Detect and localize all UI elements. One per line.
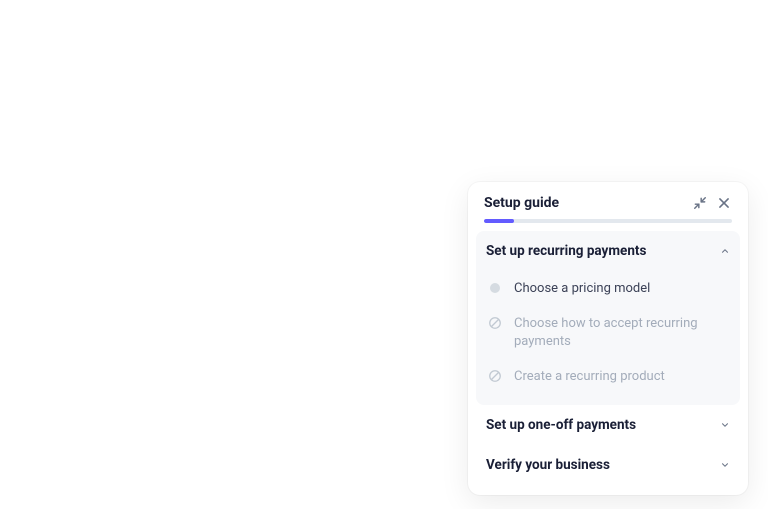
chevron-up-icon <box>720 246 730 256</box>
section-title: Verify your business <box>486 457 610 473</box>
steps-list: Choose a pricing model Choose how to acc… <box>476 271 740 405</box>
section-title: Set up recurring payments <box>486 243 646 259</box>
section-recurring-payments: Set up recurring payments Choose a prici… <box>476 231 740 405</box>
section-header[interactable]: Verify your business <box>476 445 740 485</box>
circle-icon <box>488 281 502 295</box>
step-item[interactable]: Choose a pricing model <box>486 271 730 307</box>
step-label: Choose a pricing model <box>514 280 650 298</box>
step-item[interactable]: Choose how to accept recurring payments <box>486 306 730 359</box>
section-header[interactable]: Set up recurring payments <box>476 231 740 271</box>
chevron-down-icon <box>720 420 730 430</box>
close-icon[interactable] <box>716 195 732 211</box>
step-item[interactable]: Create a recurring product <box>486 359 730 395</box>
panel-header: Setup guide <box>468 182 748 219</box>
blocked-icon <box>488 316 502 330</box>
header-actions <box>692 195 732 211</box>
section-title: Set up one-off payments <box>486 417 636 433</box>
sections-list: Set up recurring payments Choose a prici… <box>468 223 748 495</box>
panel-title: Setup guide <box>484 195 559 211</box>
section-header[interactable]: Set up one-off payments <box>476 405 740 445</box>
step-label: Choose how to accept recurring payments <box>514 315 728 350</box>
setup-guide-panel: Setup guide Set <box>468 182 748 495</box>
section-verify-business: Verify your business <box>476 445 740 485</box>
step-label: Create a recurring product <box>514 368 665 386</box>
section-one-off-payments: Set up one-off payments <box>476 405 740 445</box>
blocked-icon <box>488 369 502 383</box>
collapse-icon[interactable] <box>692 195 708 211</box>
chevron-down-icon <box>720 460 730 470</box>
